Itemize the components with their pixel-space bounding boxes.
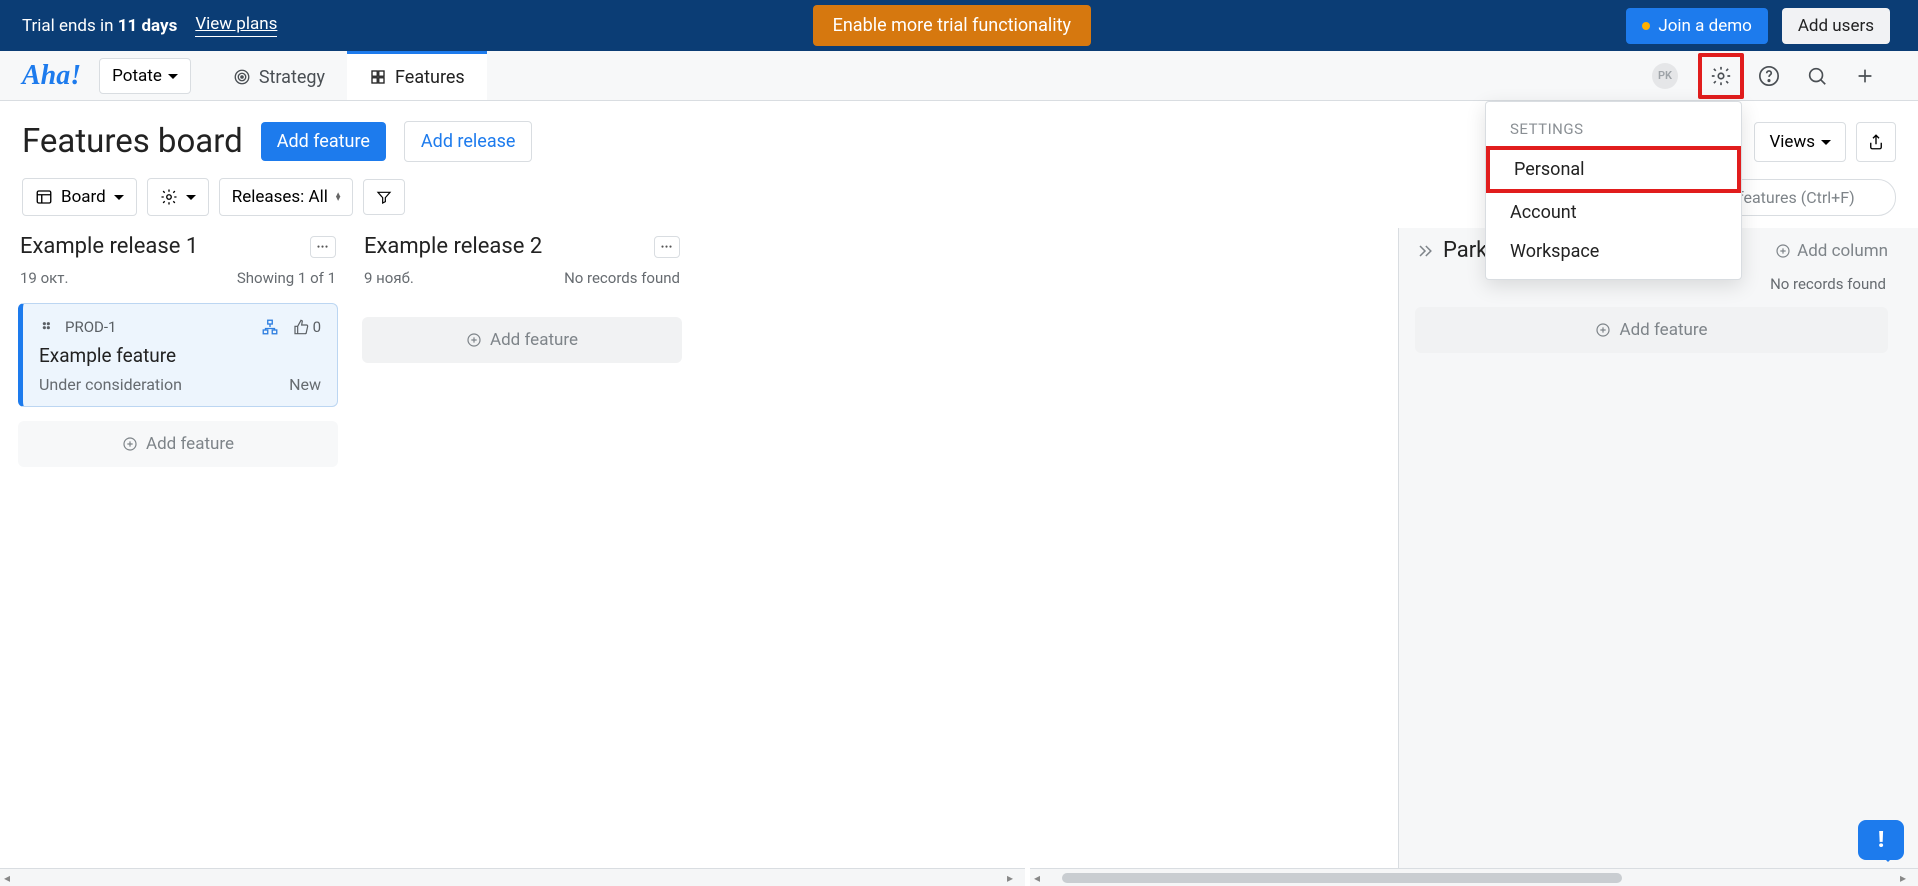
sort-icon: ▴▾	[336, 193, 341, 201]
settings-dropdown-personal[interactable]: Personal	[1486, 146, 1741, 193]
filter-icon	[376, 188, 392, 206]
settings-dropdown: SETTINGS Personal Account Workspace	[1485, 101, 1742, 280]
parking-lot-panel: Parking Add column No records found Add …	[1398, 228, 1918, 886]
board-icon	[35, 188, 53, 206]
page-title: Features board	[22, 122, 243, 161]
release-title[interactable]: Example release 1	[20, 234, 198, 259]
views-button[interactable]: Views	[1754, 122, 1846, 162]
help-button[interactable]	[1746, 53, 1792, 99]
card-ref: PROD-1	[65, 318, 116, 336]
trial-ends-label: Trial ends in 11 days	[22, 16, 177, 36]
card-tag: New	[289, 375, 321, 394]
gear-icon	[160, 188, 178, 206]
board-options-button[interactable]	[147, 178, 209, 216]
settings-button[interactable]	[1698, 53, 1744, 99]
share-button[interactable]	[1856, 122, 1896, 162]
plus-icon	[1854, 65, 1876, 87]
parking-hscrollbar[interactable]: ◂▸	[1030, 868, 1918, 886]
chevron-down-icon	[114, 187, 124, 207]
chevron-down-icon	[168, 66, 178, 86]
card-title: Example feature	[39, 344, 321, 367]
view-plans-link[interactable]: View plans	[195, 14, 277, 37]
plus-circle-icon	[1775, 243, 1791, 259]
add-column-button[interactable]: Add column	[1775, 241, 1888, 261]
plus-circle-icon	[466, 332, 482, 348]
release-count: No records found	[564, 269, 680, 287]
avatar[interactable]: PK	[1652, 63, 1678, 89]
add-users-button[interactable]: Add users	[1782, 8, 1890, 44]
release-menu-button[interactable]: ●●●	[654, 236, 680, 258]
release-date: 9 нояб.	[364, 269, 414, 287]
release-column: Example release 1 ●●● 19 окт. Showing 1 …	[18, 234, 338, 855]
feature-card[interactable]: PROD-1 0 Example feature Under considera…	[18, 303, 338, 407]
workspace-selector[interactable]: Potate	[99, 58, 191, 94]
add-feature-in-column[interactable]: Add feature	[18, 421, 338, 467]
releases-filter[interactable]: Releases: All ▴▾	[219, 178, 354, 216]
plus-circle-icon	[1595, 322, 1611, 338]
exclaim-icon: !	[1878, 828, 1884, 853]
release-column: Example release 2 ●●● 9 нояб. No records…	[362, 234, 682, 855]
release-menu-button[interactable]: ●●●	[310, 236, 336, 258]
settings-dropdown-header: SETTINGS	[1486, 114, 1741, 146]
target-icon	[233, 68, 251, 86]
add-feature-in-column[interactable]: Add feature	[362, 317, 682, 363]
search-icon	[1806, 65, 1828, 87]
live-dot-icon	[1642, 22, 1650, 30]
chevron-down-icon	[186, 187, 196, 207]
tab-features[interactable]: Features	[347, 51, 487, 100]
join-demo-button[interactable]: Join a demo	[1626, 8, 1767, 44]
chevron-double-right-icon[interactable]	[1415, 241, 1435, 261]
add-feature-parking[interactable]: Add feature	[1415, 307, 1888, 353]
grip-icon	[39, 319, 55, 335]
gear-icon	[1710, 65, 1732, 87]
release-title[interactable]: Example release 2	[364, 234, 542, 259]
thumbs-up-icon	[293, 319, 309, 335]
chevron-down-icon	[1821, 132, 1831, 152]
hierarchy-icon	[261, 318, 279, 336]
feedback-button[interactable]: !	[1858, 820, 1904, 860]
board-hscrollbar[interactable]: ◂▸	[0, 868, 1025, 886]
settings-dropdown-workspace[interactable]: Workspace	[1486, 232, 1741, 271]
trial-bar: Trial ends in 11 days View plans Enable …	[0, 0, 1918, 51]
add-button[interactable]	[1842, 53, 1888, 99]
card-status: Under consideration	[39, 375, 182, 394]
search-button[interactable]	[1794, 53, 1840, 99]
filter-button[interactable]	[363, 179, 405, 215]
share-icon	[1867, 133, 1885, 151]
settings-dropdown-account[interactable]: Account	[1486, 193, 1741, 232]
logo[interactable]: Aha!	[22, 60, 81, 92]
enable-trial-button[interactable]: Enable more trial functionality	[813, 5, 1091, 46]
main-nav: Aha! Potate Strategy Features PK	[0, 51, 1918, 101]
help-icon	[1758, 65, 1780, 87]
release-count: Showing 1 of 1	[237, 269, 336, 287]
add-release-button[interactable]: Add release	[404, 121, 533, 162]
add-feature-button[interactable]: Add feature	[261, 122, 386, 161]
card-votes: 0	[313, 318, 321, 336]
tab-strategy[interactable]: Strategy	[211, 51, 347, 100]
board-type-selector[interactable]: Board	[22, 178, 137, 216]
release-date: 19 окт.	[20, 269, 68, 287]
plus-circle-icon	[122, 436, 138, 452]
grid-icon	[369, 68, 387, 86]
